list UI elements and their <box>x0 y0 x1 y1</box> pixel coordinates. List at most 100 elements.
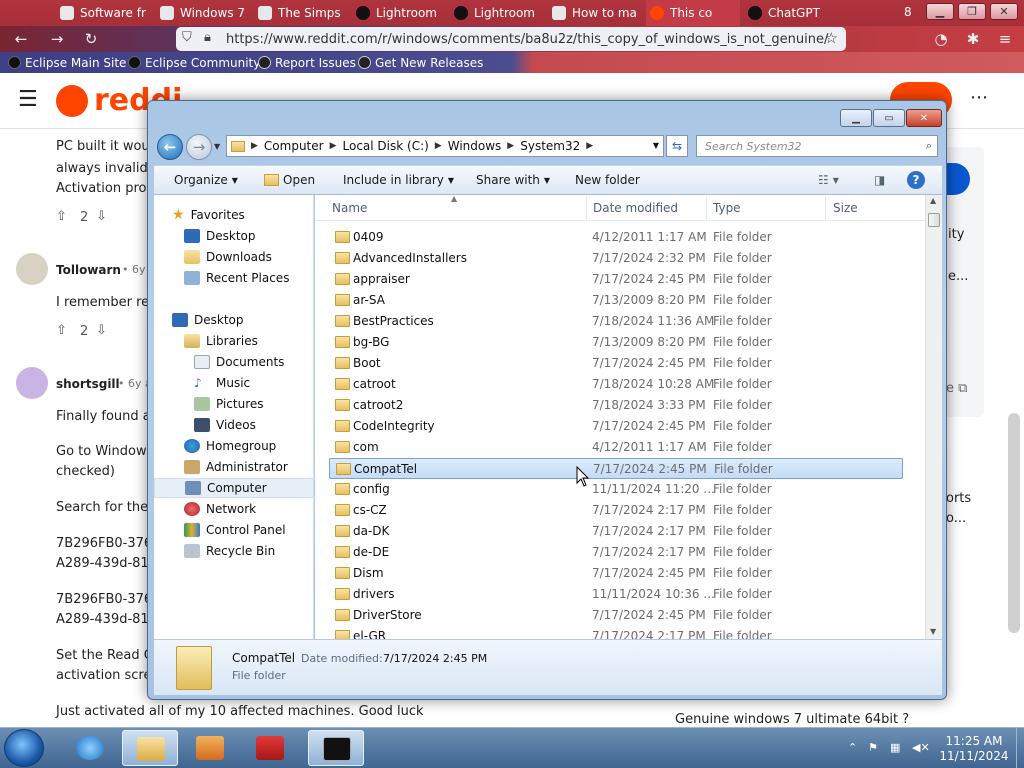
taskbar-clock[interactable]: 11:25 AM 11/11/2024 <box>936 734 1012 764</box>
file-row[interactable]: DriverStore 7/17/2024 2:45 PM File folder <box>329 605 903 626</box>
show-desktop-button[interactable] <box>1016 728 1024 768</box>
hamburger-icon[interactable]: ☰ <box>18 87 38 112</box>
external-link-icon[interactable]: e ⧉ <box>946 381 967 396</box>
more-options-icon[interactable]: ⋯ <box>970 87 988 108</box>
nav-documents[interactable]: Documents <box>194 352 313 372</box>
file-row[interactable]: catroot 7/18/2024 10:28 AM File folder <box>329 374 903 395</box>
bookmark-get-new-releases[interactable]: Get New Releases <box>358 54 483 71</box>
scroll-up-icon[interactable]: ▲ <box>930 196 936 205</box>
network-tray-icon[interactable]: ▦ <box>890 741 904 755</box>
avatar[interactable] <box>16 253 48 285</box>
file-row[interactable]: da-DK 7/17/2024 2:17 PM File folder <box>329 521 903 542</box>
nav-favorites[interactable]: ★ Favorites <box>172 205 313 225</box>
nav-music[interactable]: ♪ Music <box>194 373 313 393</box>
browser-maximize-button[interactable]: ❐ <box>958 3 986 20</box>
page-scrollbar[interactable] <box>1008 413 1020 633</box>
browser-tab[interactable]: Lightroom <box>352 0 444 26</box>
file-row[interactable]: Dism 7/17/2024 2:45 PM File folder <box>329 563 903 584</box>
file-row[interactable]: AdvancedInstallers 7/17/2024 2:32 PM File … <box>329 248 903 269</box>
taskbar-command-prompt[interactable] <box>308 730 364 766</box>
browser-minimize-button[interactable]: ▁ <box>926 3 954 20</box>
scrollbar-thumb[interactable] <box>928 213 940 227</box>
browser-tab[interactable]: The Simps <box>254 0 346 26</box>
preview-pane-icon[interactable]: ◨ <box>874 173 885 187</box>
file-row[interactable]: config 11/11/2024 11:20 ... File folder <box>329 479 903 500</box>
browser-tab[interactable]: How to ma <box>548 0 640 26</box>
refresh-icon[interactable]: ⇆ <box>666 135 688 157</box>
browser-tab[interactable]: ChatGPT <box>744 0 854 26</box>
comment-author[interactable]: shortsgill <box>56 377 120 391</box>
file-row[interactable]: Boot 7/17/2024 2:45 PM File folder <box>329 353 903 374</box>
nav-control-panel[interactable]: Control Panel <box>184 520 313 540</box>
taskbar-explorer[interactable] <box>122 730 178 766</box>
upvote-icon[interactable]: ⇧ <box>56 323 67 338</box>
file-list-scrollbar[interactable]: ▲ ▼ <box>925 195 942 639</box>
column-type[interactable]: Type <box>713 201 741 215</box>
nav-network[interactable]: Network <box>184 499 313 519</box>
breadcrumb-windows[interactable]: ▶ Windows <box>435 139 502 153</box>
related-post-link[interactable]: Genuine windows 7 ultimate 64bit ? <box>675 712 909 727</box>
bookmark-eclipse-main[interactable]: Eclipse Main Site <box>8 54 126 71</box>
file-row[interactable]: cs-CZ 7/17/2024 2:17 PM File folder <box>329 500 903 521</box>
bookmark-report-issues[interactable]: Report Issues <box>258 54 356 71</box>
nav-recent-places[interactable]: Recent Places <box>184 268 313 288</box>
file-row[interactable]: drivers 11/11/2024 10:36 ... File folder <box>329 584 903 605</box>
upvote-icon[interactable]: ⇧ <box>56 209 67 224</box>
menu-icon[interactable]: ≡ <box>994 28 1016 50</box>
file-row[interactable]: el-GR 7/17/2024 2:17 PM File folder <box>329 626 903 639</box>
reddit-logo-icon[interactable] <box>56 85 88 117</box>
column-separator[interactable] <box>586 197 587 219</box>
explorer-maximize-button[interactable]: ▭ <box>873 109 905 127</box>
file-row[interactable]: ar-SA 7/13/2009 8:20 PM File folder <box>329 290 903 311</box>
bookmark-star-icon[interactable]: ☆ <box>825 29 838 47</box>
file-row[interactable]: catroot2 7/18/2024 3:33 PM File folder <box>329 395 903 416</box>
new-folder-button[interactable]: New folder <box>575 173 640 187</box>
taskbar-media-player[interactable] <box>182 730 238 766</box>
address-breadcrumb[interactable]: ▶ Computer ▶ Local Disk (C:) ▶ Windows ▶ Sys… <box>226 135 664 157</box>
file-row[interactable]: de-DE 7/17/2024 2:17 PM File folder <box>329 542 903 563</box>
search-input[interactable]: Search System32 ⌕ <box>696 135 938 157</box>
recent-pages-dropdown[interactable]: ▼ <box>214 142 220 151</box>
extension-icon[interactable]: ◔ <box>930 28 952 50</box>
file-row[interactable]: CodeIntegrity 7/17/2024 2:45 PM File folde… <box>329 416 903 437</box>
column-separator[interactable] <box>706 197 707 219</box>
column-size[interactable]: Size <box>833 201 858 215</box>
back-button[interactable]: ← <box>157 134 183 160</box>
file-row[interactable]: 0409 4/12/2011 1:17 AM File folder <box>329 227 903 248</box>
share-with-button[interactable]: Share with ▼ <box>476 173 550 187</box>
nav-computer[interactable]: Computer <box>154 478 313 498</box>
nav-libraries[interactable]: Libraries <box>184 331 313 351</box>
taskbar-app[interactable] <box>242 730 298 766</box>
chevron-down-icon[interactable]: ▼ <box>653 141 659 150</box>
file-row[interactable]: bg-BG 7/13/2009 8:20 PM File folder <box>329 332 903 353</box>
puzzle-icon[interactable]: ✱ <box>962 28 984 50</box>
start-button[interactable] <box>4 729 44 767</box>
browser-tab[interactable]: Windows 7 <box>156 0 248 26</box>
view-options-icon[interactable]: ☷ ▼ <box>818 173 839 187</box>
file-row[interactable]: BestPractices 7/18/2024 11:36 AM File fold… <box>329 311 903 332</box>
downvote-icon[interactable]: ⇩ <box>96 323 107 338</box>
file-row-selected[interactable]: CompatTel 7/17/2024 2:45 PM File folder <box>329 458 903 479</box>
explorer-minimize-button[interactable]: ▁ <box>840 109 872 127</box>
reload-icon[interactable]: ↻ <box>80 28 102 50</box>
column-date-modified[interactable]: Date modified <box>593 201 678 215</box>
organize-button[interactable]: Organize ▼ <box>174 173 238 187</box>
bookmark-eclipse-community[interactable]: Eclipse Community <box>128 54 260 71</box>
nav-videos[interactable]: Videos <box>194 415 313 435</box>
breadcrumb-local-disk[interactable]: ▶ Local Disk (C:) <box>330 139 429 153</box>
nav-desktop-fav[interactable]: Desktop <box>184 226 313 246</box>
include-in-library-button[interactable]: Include in library ▼ <box>343 173 454 187</box>
address-bar[interactable]: ⛉ 🔒︎ https://www.reddit.com/r/windows/co… <box>176 27 846 51</box>
breadcrumb-system32[interactable]: ▶ System32 ▶ <box>507 139 593 153</box>
volume-muted-icon[interactable]: ◀✕ <box>912 741 930 755</box>
nav-administrator[interactable]: Administrator <box>184 457 313 477</box>
nav-desktop[interactable]: Desktop <box>172 310 313 330</box>
nav-recycle-bin[interactable]: Recycle Bin <box>184 541 313 561</box>
nav-downloads[interactable]: Downloads <box>184 247 313 267</box>
column-name[interactable]: Name <box>332 201 367 215</box>
browser-tab[interactable]: Software fr <box>56 0 152 26</box>
scroll-down-icon[interactable]: ▼ <box>930 627 936 636</box>
forward-arrow-icon[interactable]: → <box>46 28 68 50</box>
explorer-close-button[interactable]: ✕ <box>906 109 942 127</box>
taskbar-internet-explorer[interactable] <box>62 730 118 766</box>
